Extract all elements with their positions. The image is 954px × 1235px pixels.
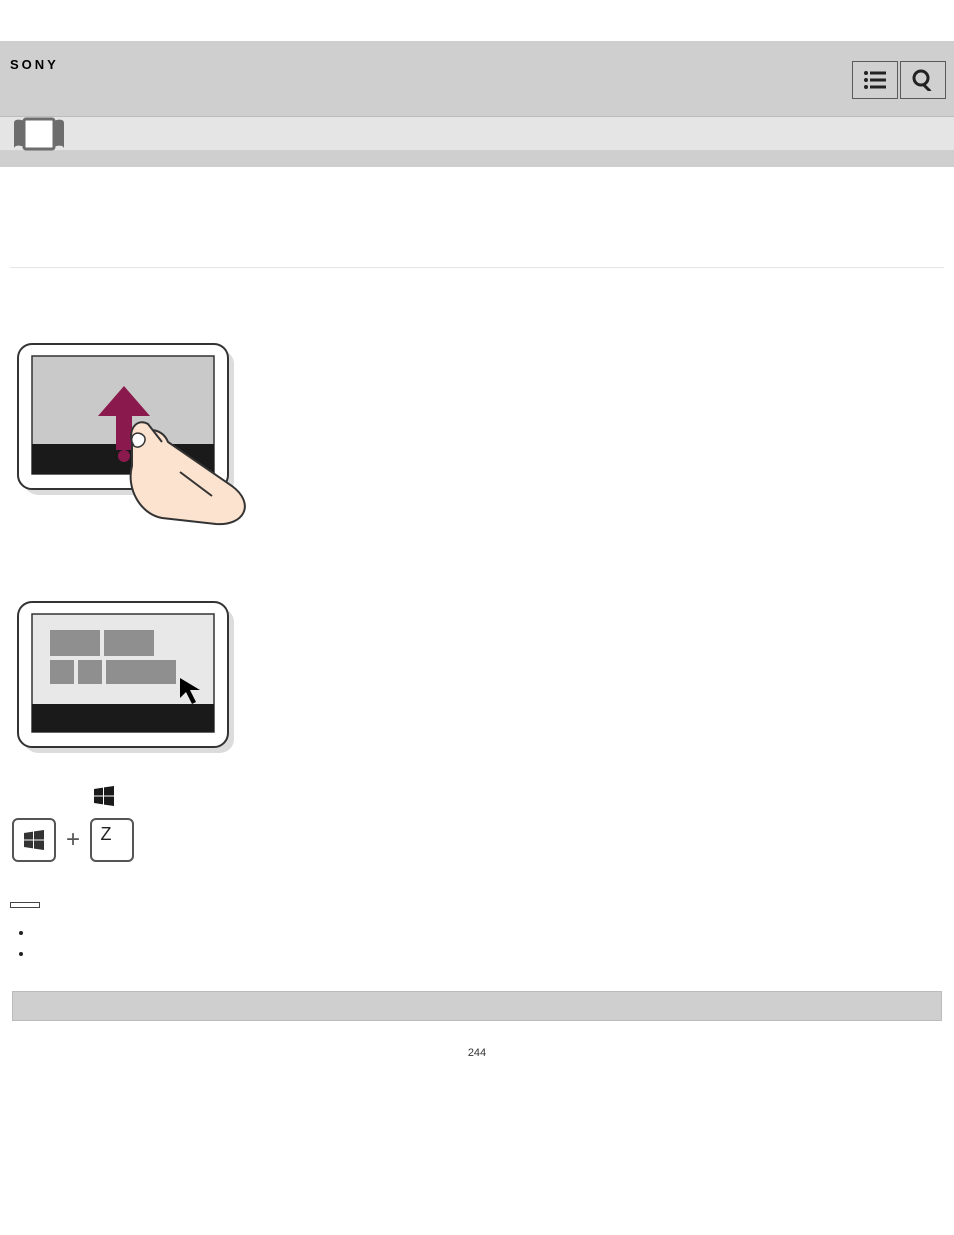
grey-band [0,151,954,167]
windows-icon [94,786,114,806]
windows-key-icon [24,830,44,850]
menu-button[interactable] [852,61,898,99]
menu-list-icon [864,71,886,89]
z-key-label: Z [101,824,112,845]
note-item [34,925,944,940]
title-area [10,167,944,267]
header-actions [850,61,946,99]
header-bar: SONY [0,41,954,117]
keyboard-heading-row [12,786,944,806]
manual-icon-wrap[interactable] [12,117,66,154]
main-content: + Z [0,167,954,1041]
key-combo: + Z [12,818,944,862]
touch-swipe-illustration [12,338,944,526]
notes-list [10,925,944,961]
divider [10,267,944,268]
footer-bar [12,991,942,1021]
top-margin [0,0,954,41]
note-item [34,946,944,961]
book-icon [12,117,66,151]
note-label [10,902,40,908]
touch-heading-gap [10,298,944,328]
page-number: 244 [0,1041,954,1073]
search-button[interactable] [900,61,946,99]
windows-key [12,818,56,862]
sony-logo: SONY [10,57,59,72]
mouse-heading-gap [10,556,944,586]
sub-header [0,117,954,151]
z-key: Z [90,818,134,862]
plus-sign: + [66,826,80,854]
search-icon [912,69,934,91]
mouse-rightclick-illustration [12,596,944,756]
